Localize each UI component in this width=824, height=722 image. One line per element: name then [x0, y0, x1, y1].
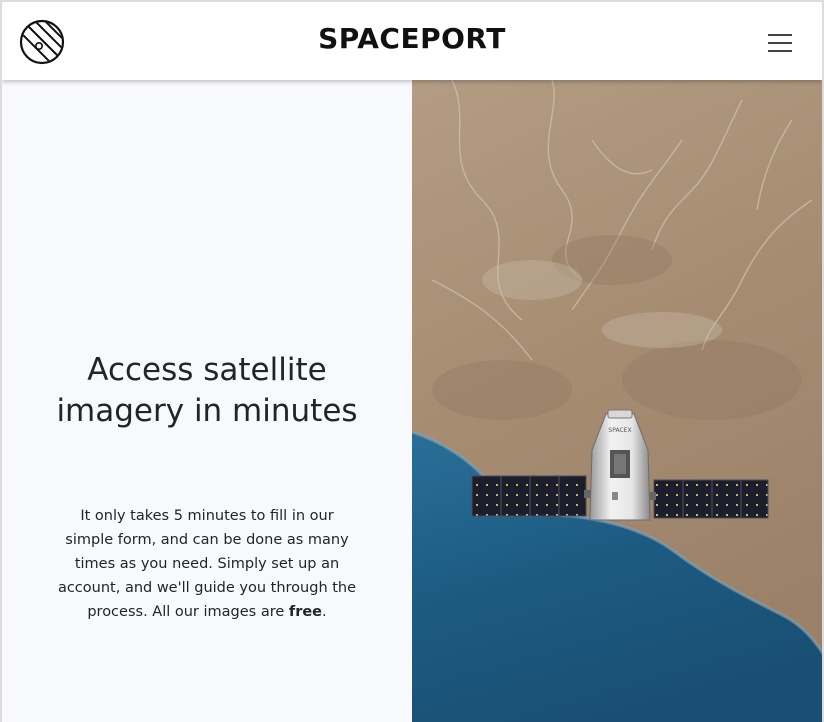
hero-description-end: .	[322, 604, 327, 620]
hamburger-menu-icon[interactable]	[766, 30, 794, 56]
brand-title[interactable]: SPACEPORT	[2, 22, 822, 55]
hero-headline: Access satellite imagery in minutes	[56, 352, 358, 429]
navbar: SPACEPORT	[2, 2, 822, 80]
browser-viewport: SPACEPORT Access satellite imagery in mi…	[0, 0, 824, 722]
hero-text-panel: Access satellite imagery in minutes It o…	[2, 80, 412, 722]
hero-description: It only takes 5 minutes to fill in our s…	[55, 504, 359, 624]
satellite-photo: SPACEX	[412, 80, 822, 722]
free-emphasis: free	[288, 604, 323, 620]
capsule-label: SPACEX	[608, 427, 631, 434]
